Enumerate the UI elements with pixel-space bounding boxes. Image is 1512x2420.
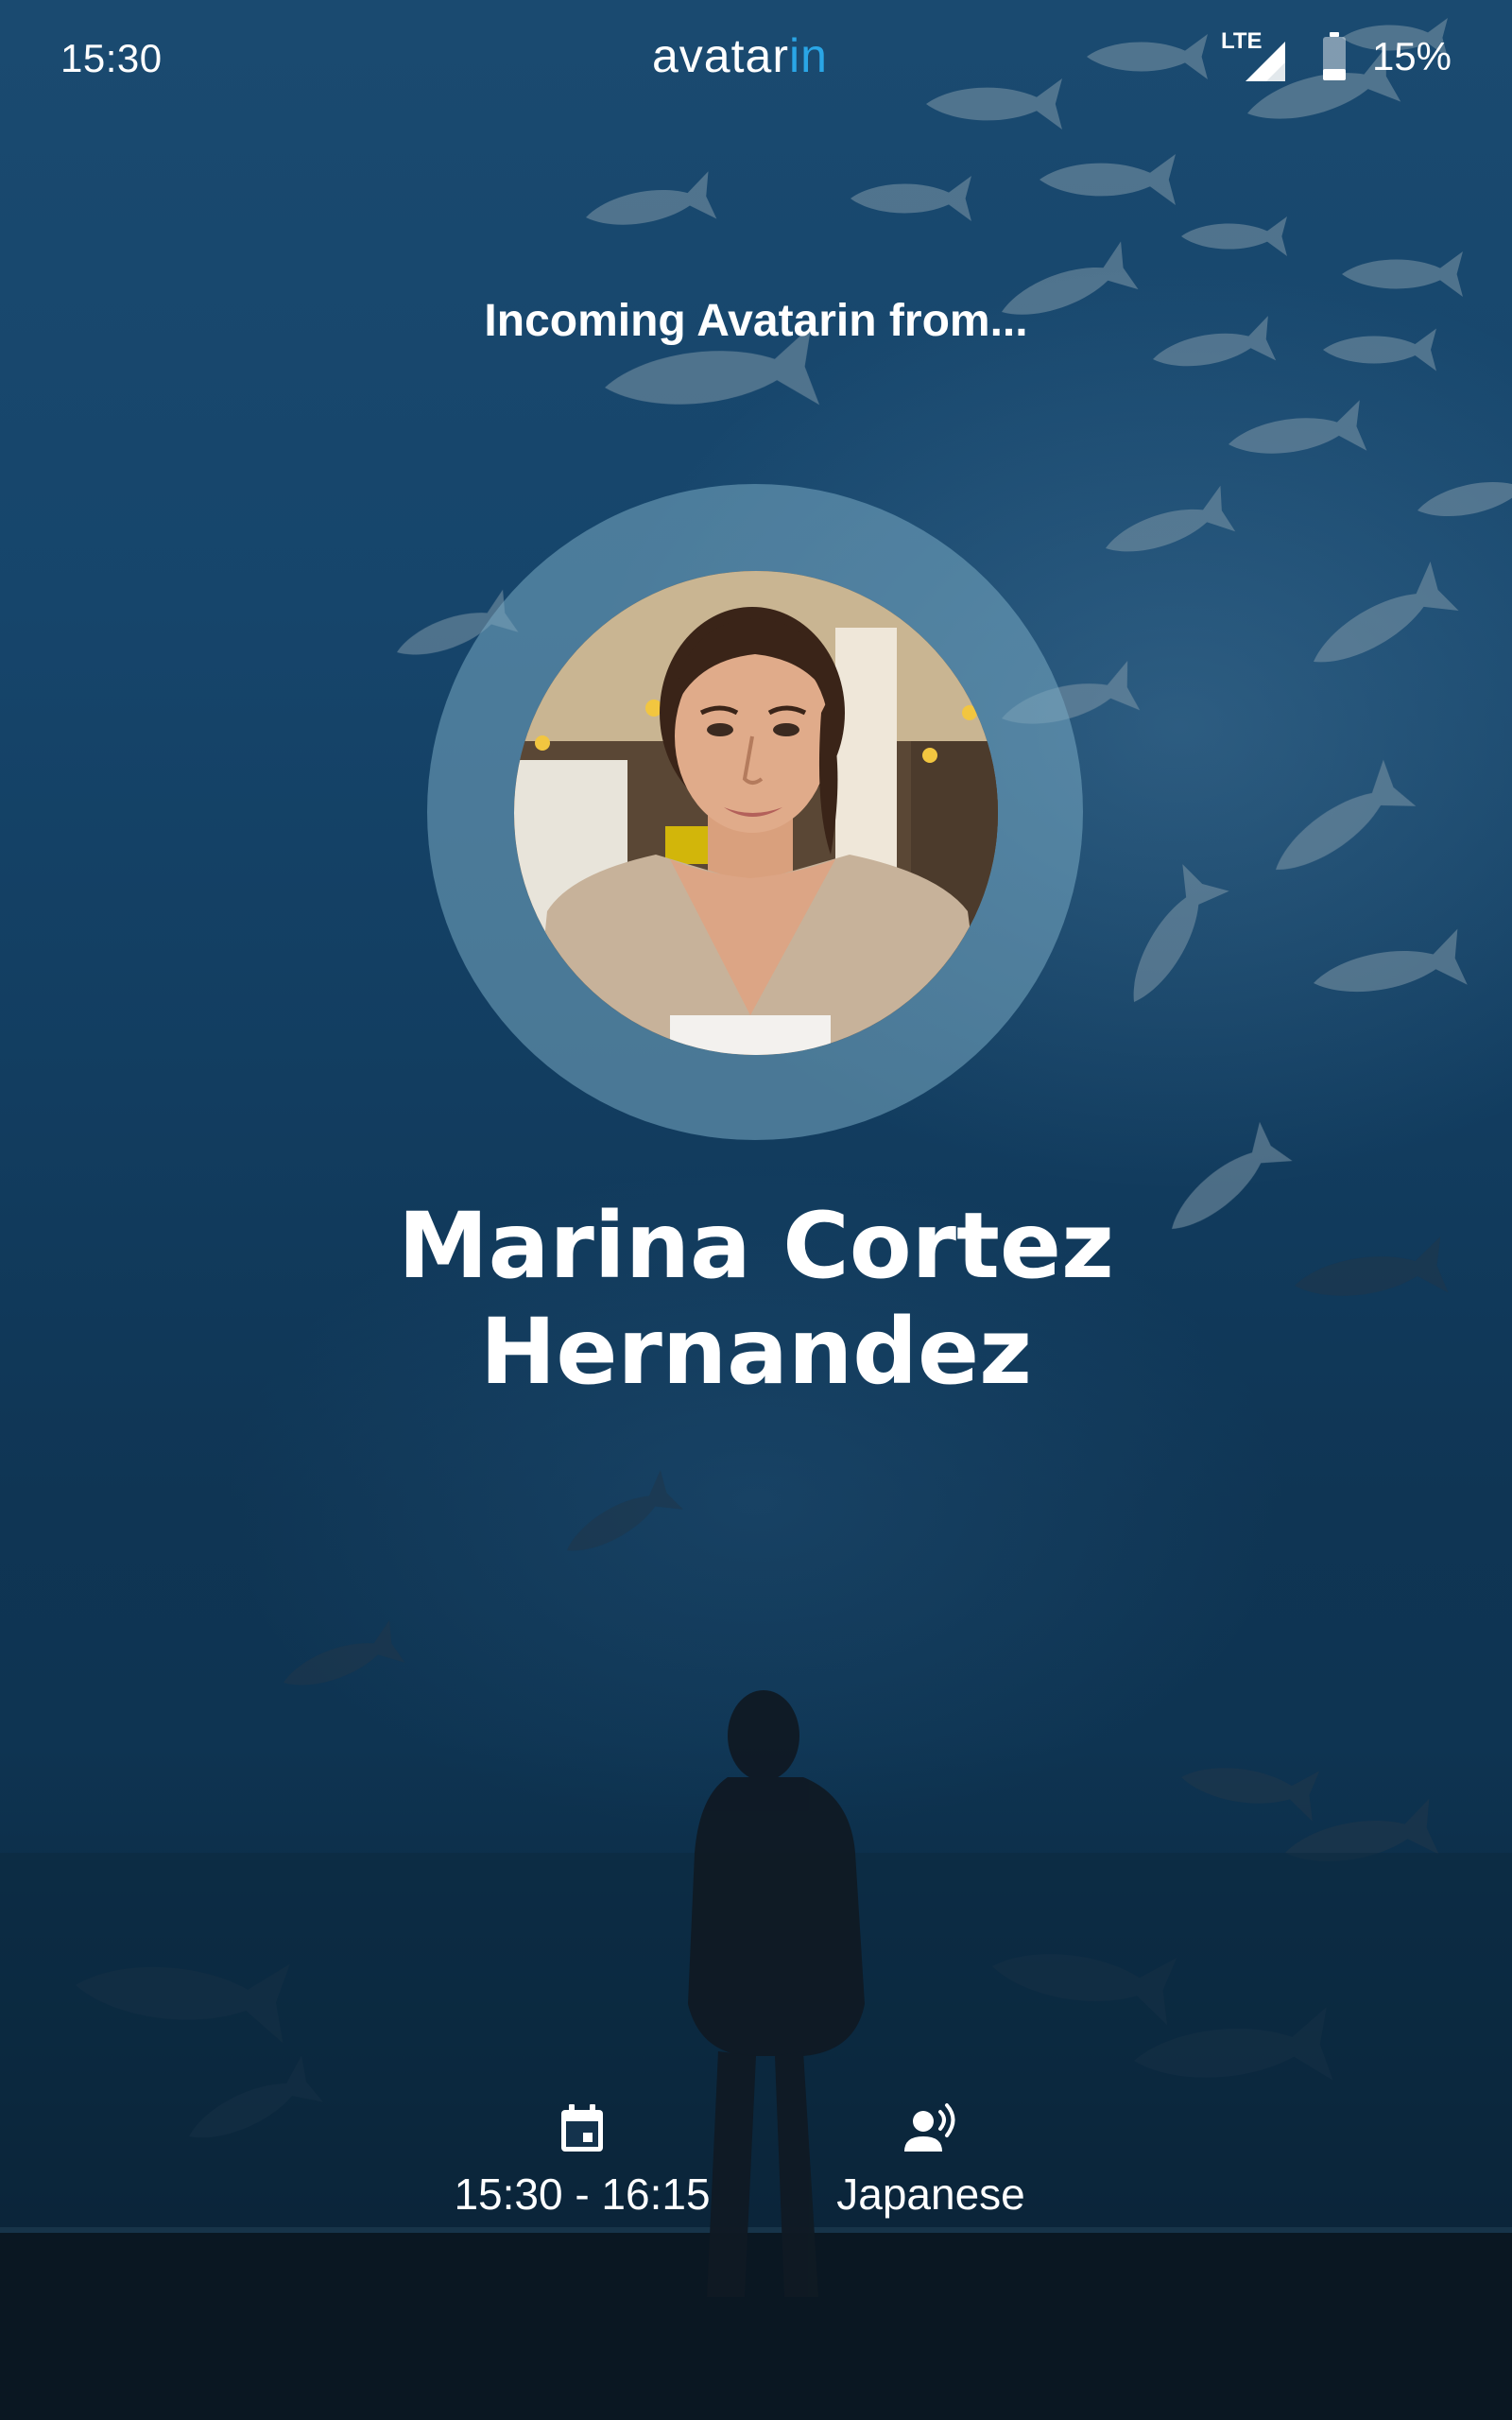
network-indicator: LTE [1221, 28, 1297, 85]
incoming-call-screen: 15:30 avatarin LTE 15% Incoming Avatarin… [0, 0, 1512, 2420]
brand-name-prefix: avatar [652, 29, 789, 82]
status-time: 15:30 [60, 36, 163, 80]
status-bar: 15:30 avatarin LTE 15% [0, 0, 1512, 123]
brand-name-suffix: in [788, 29, 828, 82]
schedule-info: 15:30 - 16:15 [440, 2100, 724, 2220]
voice-person-icon [904, 2103, 955, 2152]
battery-icon [1322, 32, 1346, 80]
caller-avatar [514, 571, 998, 1055]
battery-percentage: 15% [1371, 34, 1452, 78]
caller-name-line-1: Marina Cortez [398, 1193, 1114, 1299]
caller-name: Marina Cortez Hernandez [0, 1193, 1512, 1405]
incoming-heading: Incoming Avatarin from... [484, 296, 1028, 346]
signal-icon [1245, 42, 1285, 81]
schedule-time-range: 15:30 - 16:15 [454, 2169, 711, 2219]
status-indicators: LTE 15% [1221, 28, 1452, 85]
language-info: Japanese [813, 2100, 1049, 2220]
caller-name-line-2: Hernandez [480, 1299, 1032, 1405]
language-label: Japanese [836, 2169, 1025, 2219]
caller-photo [514, 571, 998, 1055]
brand-logo: avatarin [652, 28, 828, 83]
calendar-icon [561, 2104, 603, 2152]
